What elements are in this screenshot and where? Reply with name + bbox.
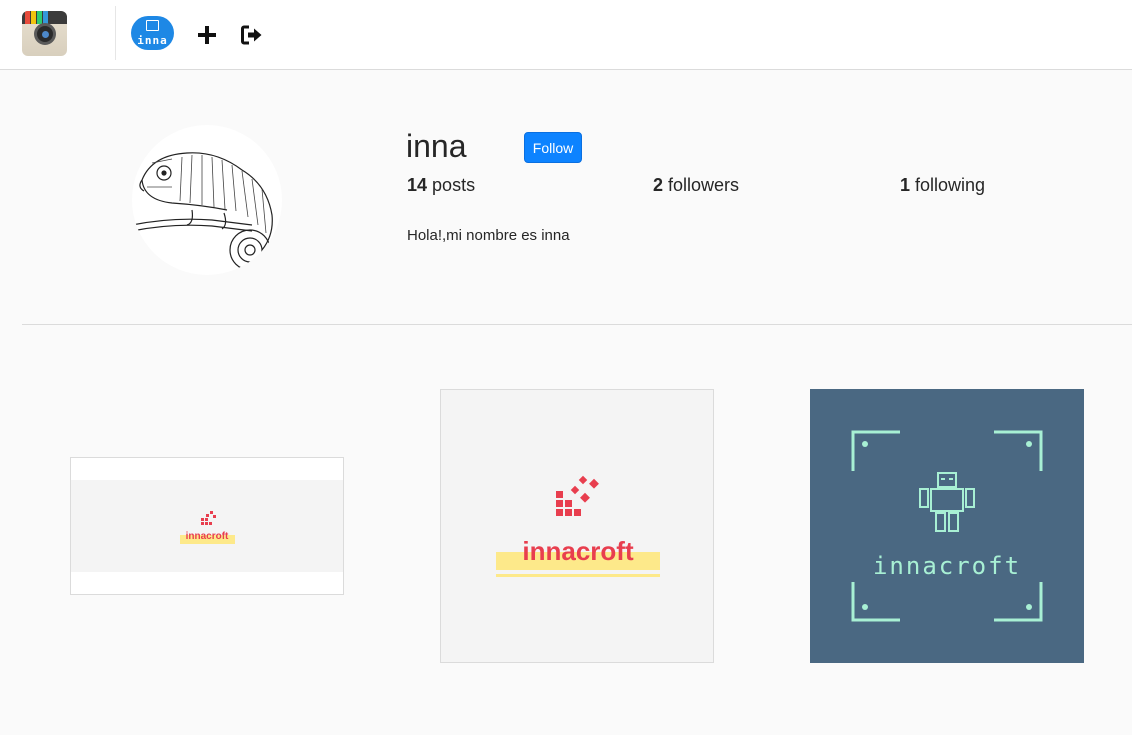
nav-avatar-text: inna [137,34,168,47]
plus-icon [198,26,216,44]
nav-divider [115,6,116,60]
add-post-button[interactable] [193,18,221,52]
innacroft-robot-logo: innacroft [851,430,1043,622]
chameleon-illustration [132,152,273,271]
followers-stat[interactable]: 2 followers [653,175,739,196]
post-1-brand: innacroft [186,531,229,542]
follow-button[interactable]: Follow [524,132,582,163]
followers-count: 2 [653,175,664,195]
post-thumbnail-1[interactable]: innacroft [70,457,344,595]
following-label: following [915,175,986,195]
sign-out-icon [241,25,262,45]
camera-app-logo[interactable] [22,11,67,56]
logout-button[interactable] [238,18,266,52]
following-stat[interactable]: 1 following [900,175,985,196]
camera-lens-icon [34,23,56,45]
profile-bio: Hola!,mi nombre es inna [407,227,570,244]
section-divider [22,324,1132,325]
post-2-brand: innacroft [522,536,634,566]
profile-avatar [132,125,282,275]
terminal-window-icon [146,20,159,31]
robot-icon [919,472,975,532]
profile-username: inna [406,128,467,164]
innacroft-logo-small: innacroft [71,480,343,572]
post-thumbnail-3[interactable]: innacroft [810,389,1084,663]
post-3-brand: innacroft [873,552,1021,580]
innacroft-logo-large: innacroft [496,475,660,577]
top-navbar: inna [0,0,1132,70]
posts-stat: 14 posts [407,175,475,196]
posts-label: posts [432,175,476,195]
nav-profile-avatar[interactable]: inna [131,16,174,50]
posts-count: 14 [407,175,428,195]
following-count: 1 [900,175,911,195]
followers-label: followers [668,175,740,195]
post-thumbnail-2[interactable]: innacroft [440,389,714,663]
